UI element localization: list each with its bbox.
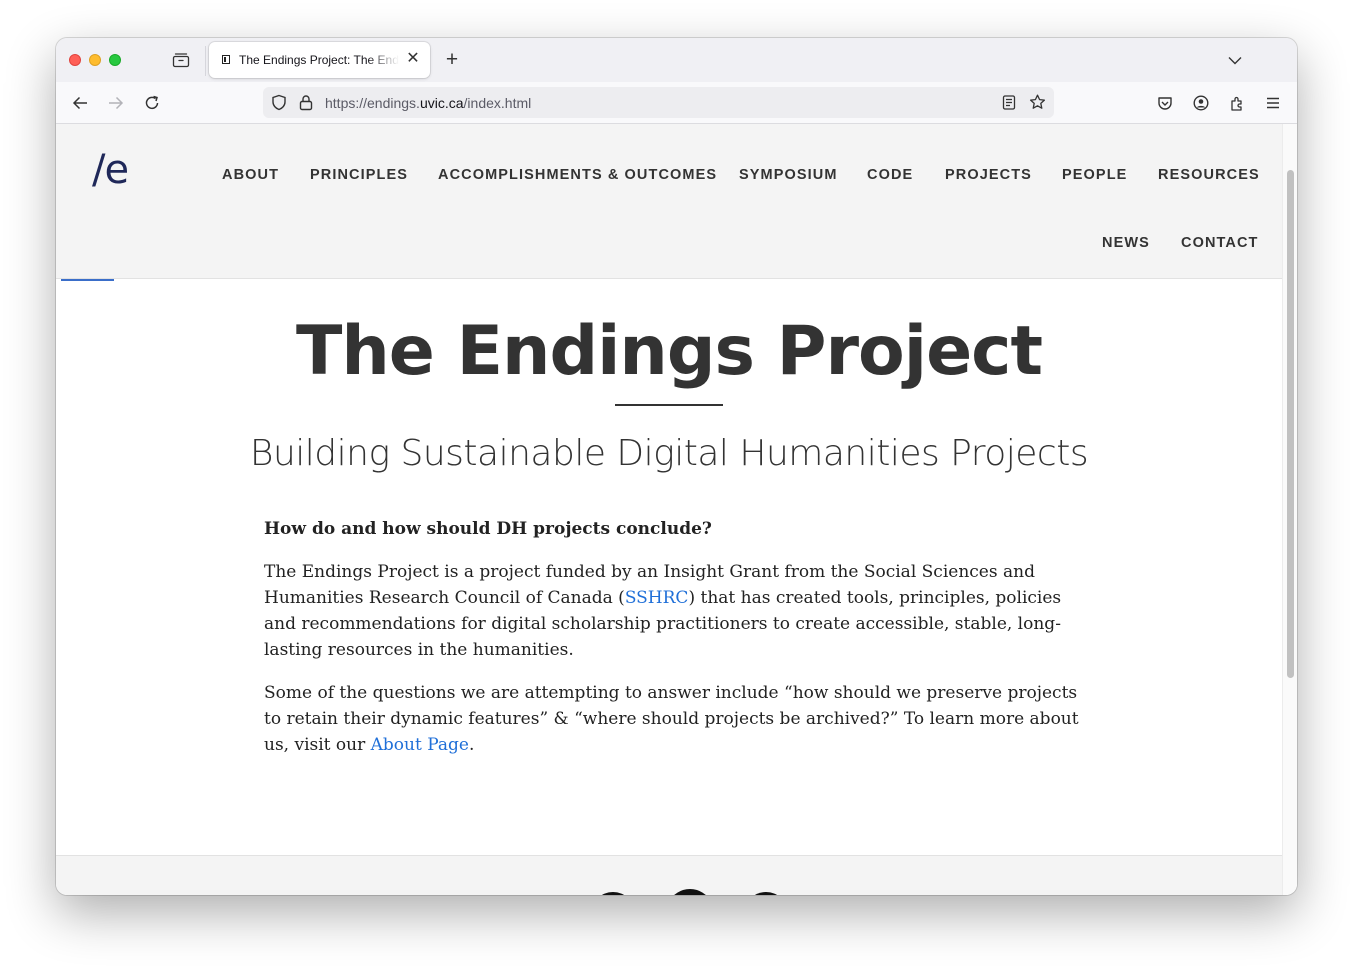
navigation-toolbar: https://endings.uvic.ca/index.html <box>56 82 1297 124</box>
account-icon[interactable] <box>1190 92 1212 114</box>
extensions-icon[interactable] <box>1226 92 1248 114</box>
sshrc-link[interactable]: SSHRC <box>625 588 689 608</box>
tab-endings-project[interactable]: The Endings Project: The Endings Project… <box>209 42 430 78</box>
nav-projects[interactable]: PROJECTS <box>945 167 1032 183</box>
reload-icon[interactable] <box>141 92 163 114</box>
favicon-icon <box>222 55 230 64</box>
url-host: uvic.ca <box>419 95 464 111</box>
nav-resources[interactable]: RESOURCES <box>1158 167 1260 183</box>
page-subtitle: Building Sustainable Digital Humanities … <box>249 433 1089 474</box>
nav-accomplishments[interactable]: ACCOMPLISHMENTS & OUTCOMES <box>438 167 717 183</box>
firefox-view-icon[interactable] <box>170 50 192 70</box>
p2-text-end: . <box>468 735 475 755</box>
url-prefix: https://endings. <box>325 95 420 111</box>
intro-paragraph-1: The Endings Project is a project funded … <box>264 559 1084 663</box>
url-text[interactable]: https://endings.uvic.ca/index.html <box>325 95 531 111</box>
partner-logo-2[interactable] <box>666 889 714 895</box>
intro-question: How do and how should DH projects conclu… <box>264 519 712 539</box>
reader-view-icon[interactable] <box>1002 95 1016 110</box>
about-page-link[interactable]: About Page <box>371 735 469 755</box>
back-arrow-icon[interactable] <box>69 92 91 114</box>
tracking-protection-shield-icon[interactable] <box>271 94 287 111</box>
logos-section <box>56 855 1282 895</box>
minimize-window-button[interactable] <box>89 54 101 66</box>
scrollbar-thumb[interactable] <box>1287 170 1294 678</box>
lock-icon[interactable] <box>299 94 313 111</box>
nav-news[interactable]: NEWS <box>1102 235 1150 251</box>
title-underline <box>615 404 723 406</box>
bookmark-star-icon[interactable] <box>1029 94 1046 110</box>
site-header: /e ABOUT PRINCIPLES ACCOMPLISHMENTS & OU… <box>56 124 1282 279</box>
url-path: /index.html <box>463 95 532 111</box>
tab-title: The Endings Project: The Endings Project <box>239 53 399 67</box>
address-bar[interactable]: https://endings.uvic.ca/index.html <box>263 87 1054 118</box>
intro-content: How do and how should DH projects conclu… <box>264 516 1084 775</box>
new-tab-button[interactable]: + <box>441 49 463 72</box>
browser-window: The Endings Project: The Endings Project… <box>56 38 1297 895</box>
nav-contact[interactable]: CONTACT <box>1181 235 1259 251</box>
menu-hamburger-icon[interactable] <box>1262 92 1284 114</box>
pocket-icon[interactable] <box>1154 92 1176 114</box>
nav-code[interactable]: CODE <box>867 167 913 183</box>
list-all-tabs-icon[interactable] <box>1225 50 1245 70</box>
nav-symposium[interactable]: SYMPOSIUM <box>739 167 838 183</box>
tab-close-icon[interactable]: ✕ <box>404 50 422 68</box>
intro-paragraph-2: Some of the questions we are attempting … <box>264 680 1084 758</box>
site-logo[interactable]: /e <box>92 147 129 193</box>
nav-about[interactable]: ABOUT <box>222 167 279 183</box>
partner-logo-1[interactable] <box>591 892 635 895</box>
nav-principles[interactable]: PRINCIPLES <box>310 167 408 183</box>
nav-people[interactable]: PEOPLE <box>1062 167 1127 183</box>
maximize-window-button[interactable] <box>109 54 121 66</box>
partner-logo-3[interactable] <box>744 892 788 895</box>
skip-link-focus-indicator <box>61 279 114 281</box>
close-window-button[interactable] <box>69 54 81 66</box>
tab-strip: The Endings Project: The Endings Project… <box>56 38 1297 82</box>
page-title: The Endings Project <box>296 312 1043 391</box>
tab-separator <box>205 46 206 76</box>
forward-arrow-icon[interactable] <box>105 92 127 114</box>
page-viewport: /e ABOUT PRINCIPLES ACCOMPLISHMENTS & OU… <box>56 124 1297 895</box>
page-scrollbar[interactable] <box>1282 124 1297 895</box>
